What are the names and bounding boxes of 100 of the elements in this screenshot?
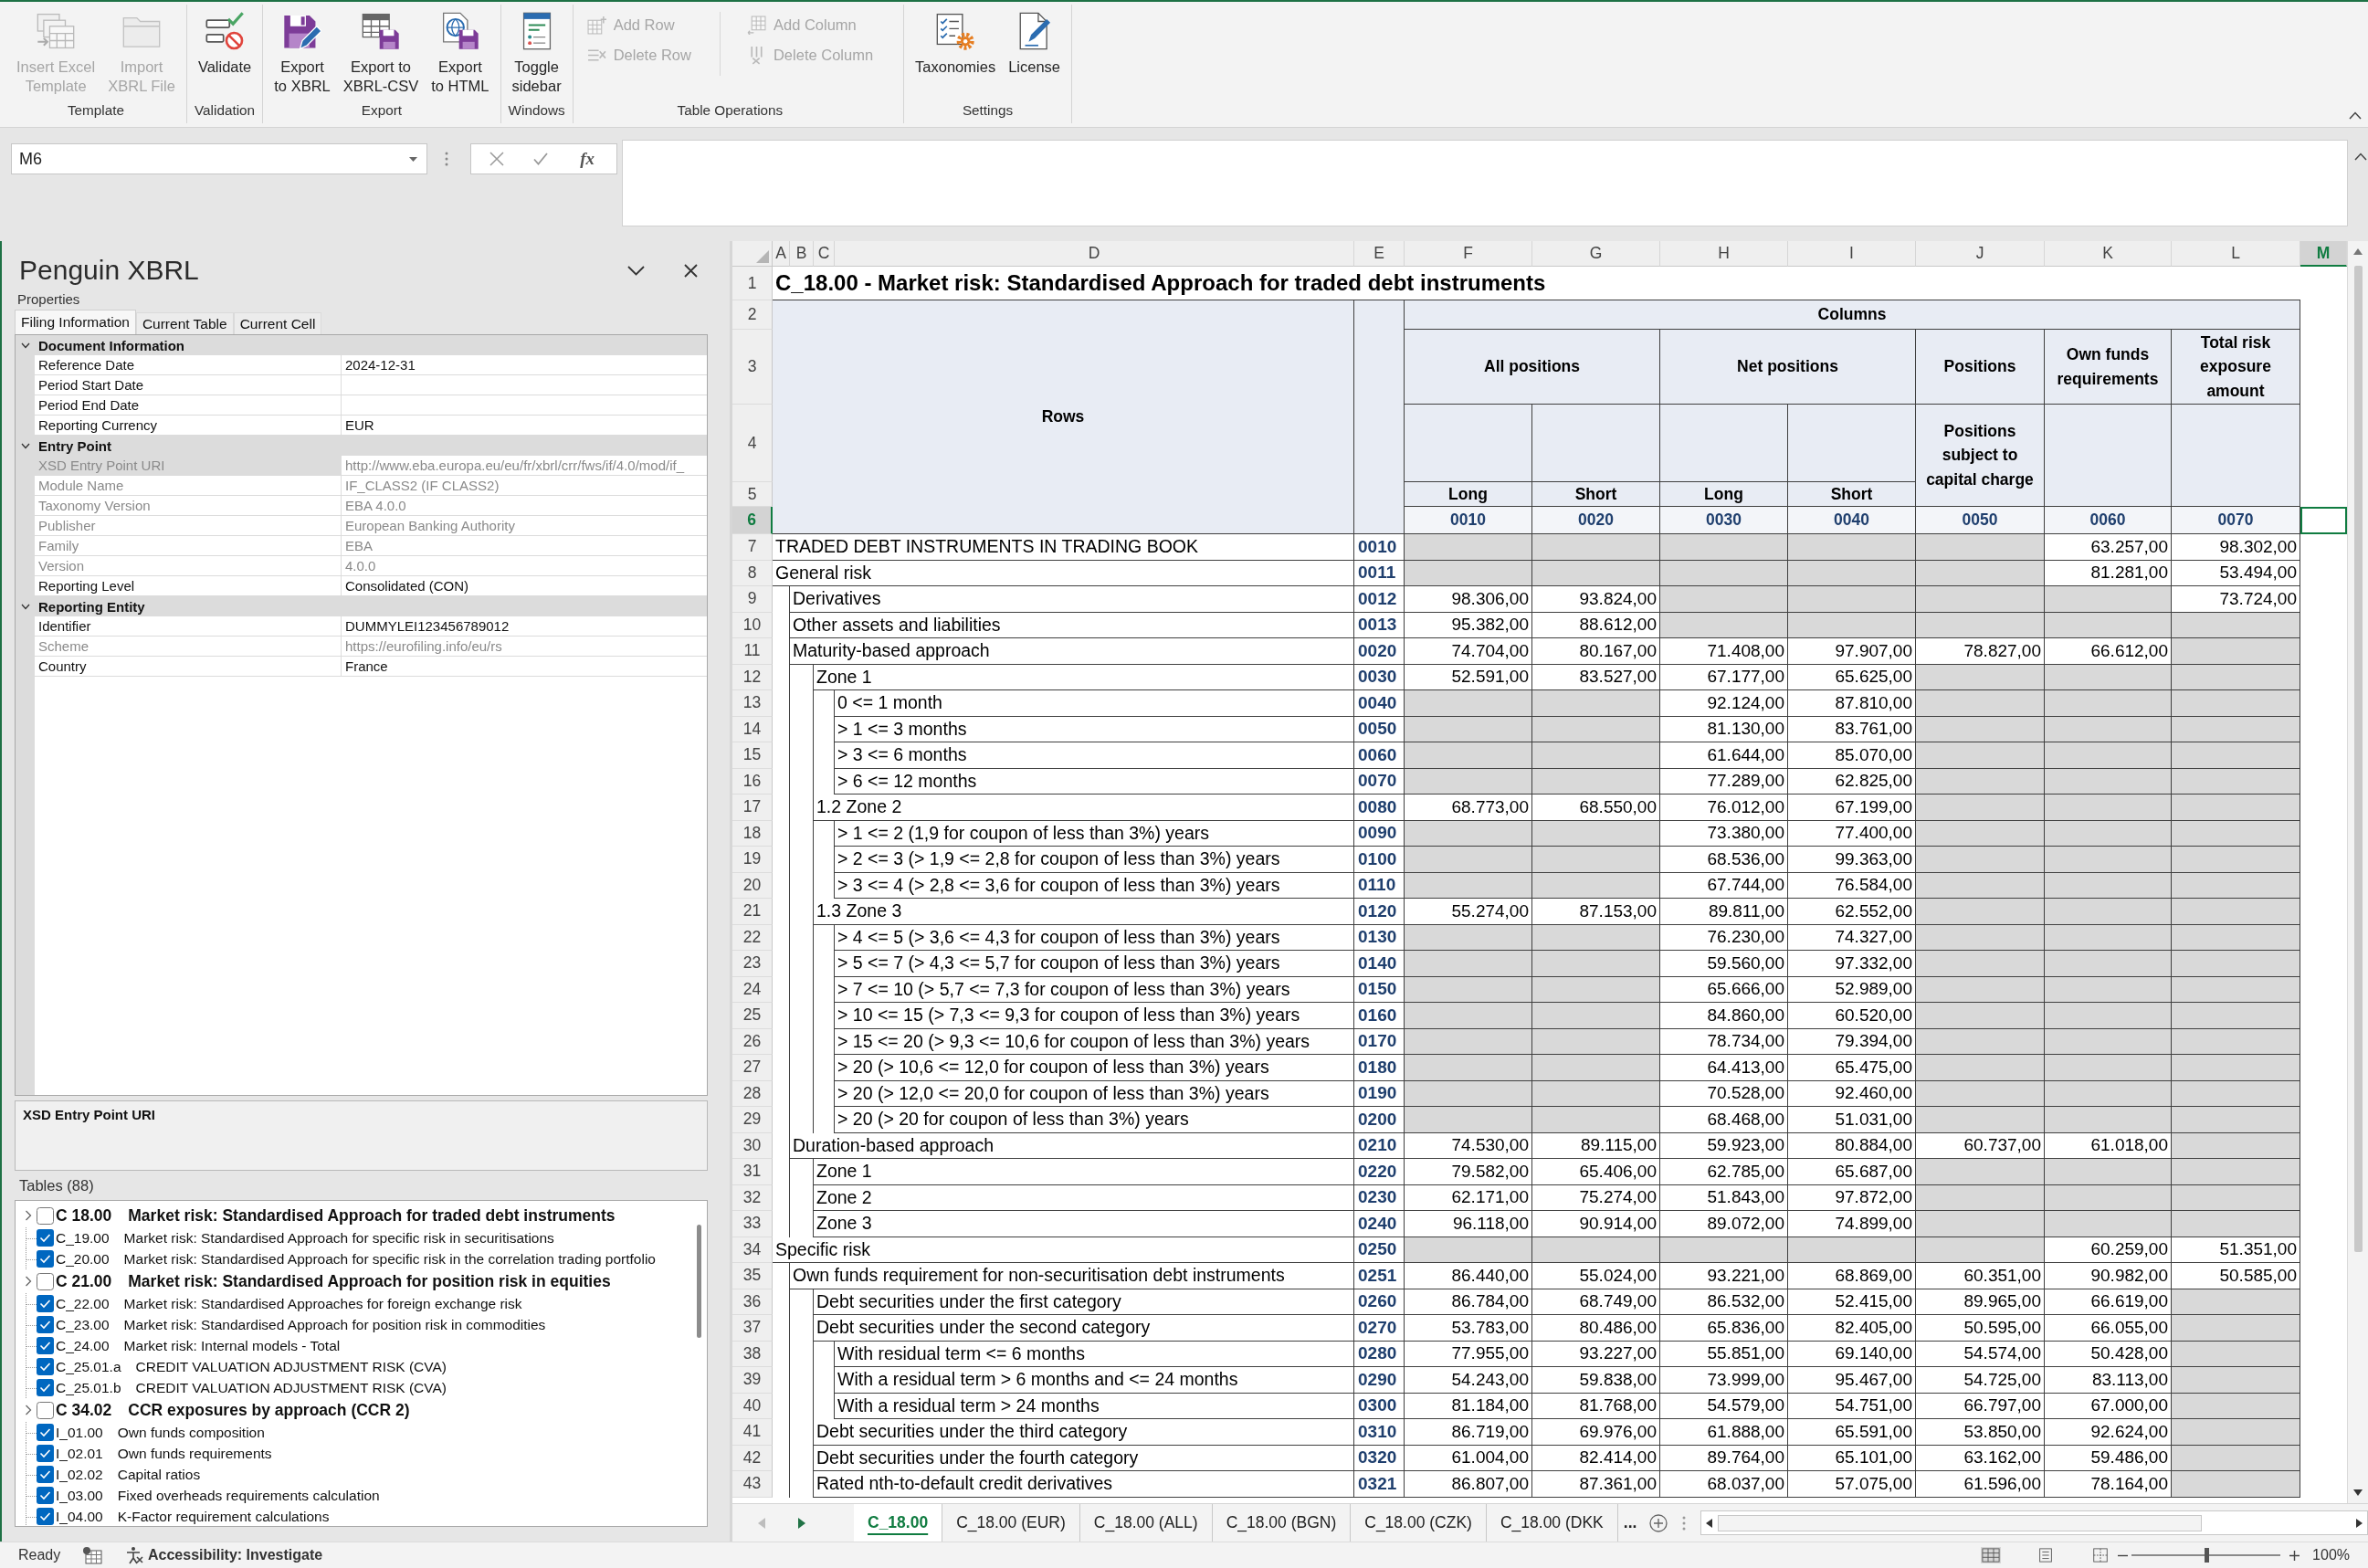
- amount-cell[interactable]: 89.965,00: [1916, 1289, 2045, 1315]
- amount-cell[interactable]: 62.785,00: [1660, 1159, 1788, 1185]
- row-number[interactable]: 11: [732, 638, 773, 665]
- amount-cell[interactable]: 90.914,00: [1532, 1211, 1660, 1237]
- amount-cell[interactable]: 54.751,00: [1788, 1393, 1916, 1419]
- chevron-down-icon[interactable]: [21, 603, 30, 610]
- table-title[interactable]: Own funds requirements: [117, 1445, 272, 1462]
- amount-cell[interactable]: 54.243,00: [1405, 1367, 1532, 1394]
- chevron-right-icon[interactable]: [25, 1210, 32, 1221]
- table-title[interactable]: Capital ratios: [117, 1466, 201, 1483]
- amount-cell[interactable]: 69.976,00: [1532, 1419, 1660, 1446]
- table-code[interactable]: I_04.00: [56, 1508, 118, 1525]
- ribbon-button[interactable]: Taxonomies: [910, 5, 1002, 78]
- row-number[interactable]: 33: [732, 1211, 773, 1237]
- checkbox[interactable]: [37, 1487, 54, 1504]
- checkbox[interactable]: [37, 1229, 54, 1247]
- chevron-down-icon[interactable]: [627, 265, 645, 276]
- amount-cell[interactable]: 68.749,00: [1532, 1289, 1660, 1315]
- chevron-up-icon[interactable]: [2349, 111, 2362, 120]
- amount-cell[interactable]: 54.579,00: [1660, 1393, 1788, 1419]
- row-number[interactable]: 27: [732, 1055, 773, 1081]
- table-title[interactable]: Fixed overheads requirements calculation: [117, 1487, 380, 1504]
- checkbox[interactable]: [37, 1358, 54, 1375]
- amount-cell[interactable]: 89.764,00: [1660, 1445, 1788, 1471]
- amount-cell[interactable]: 98.306,00: [1405, 586, 1532, 613]
- row-number[interactable]: 36: [732, 1289, 773, 1315]
- amount-cell[interactable]: 67.177,00: [1660, 664, 1788, 690]
- amount-cell[interactable]: 82.405,00: [1788, 1315, 1916, 1342]
- down-arrow-icon[interactable]: [2353, 1489, 2363, 1496]
- amount-cell[interactable]: 71.408,00: [1660, 638, 1788, 665]
- ribbon-button[interactable]: Validate: [192, 5, 258, 78]
- checkbox[interactable]: [37, 1295, 54, 1312]
- column-header[interactable]: E: [1354, 241, 1405, 267]
- row-number[interactable]: 25: [732, 1003, 773, 1029]
- amount-cell[interactable]: 60.259,00: [2045, 1237, 2172, 1263]
- column-header[interactable]: H: [1660, 241, 1788, 267]
- row-number[interactable]: 3: [732, 330, 773, 405]
- column-header[interactable]: L: [2172, 241, 2300, 267]
- row-number[interactable]: 38: [732, 1341, 773, 1367]
- amount-cell[interactable]: 86.719,00: [1405, 1419, 1532, 1446]
- amount-cell[interactable]: 61.596,00: [1916, 1471, 2045, 1498]
- amount-cell[interactable]: 73.380,00: [1660, 820, 1788, 847]
- amount-cell[interactable]: 69.140,00: [1788, 1341, 1916, 1367]
- column-header[interactable]: F: [1405, 241, 1532, 267]
- ribbon-button[interactable]: Export to HTML: [426, 5, 495, 97]
- check-icon[interactable]: [532, 152, 548, 166]
- scrollbar-thumb[interactable]: [697, 1225, 701, 1338]
- amount-cell[interactable]: 62.171,00: [1405, 1184, 1532, 1211]
- close-icon[interactable]: [684, 263, 698, 278]
- row-number[interactable]: 39: [732, 1367, 773, 1394]
- table-title[interactable]: Own funds composition: [117, 1424, 265, 1441]
- amount-cell[interactable]: 80.486,00: [1532, 1315, 1660, 1342]
- amount-cell[interactable]: 95.467,00: [1788, 1367, 1916, 1394]
- row-number[interactable]: 5: [732, 482, 773, 507]
- amount-cell[interactable]: 66.797,00: [1916, 1393, 2045, 1419]
- amount-cell[interactable]: 51.843,00: [1660, 1184, 1788, 1211]
- amount-cell[interactable]: 86.440,00: [1405, 1263, 1532, 1289]
- ribbon-button[interactable]: Toggle sidebar: [506, 5, 567, 97]
- row-number[interactable]: 35: [732, 1263, 773, 1289]
- chevron-down-icon[interactable]: [21, 442, 30, 449]
- table-title[interactable]: Market risk: Standardised Approach for specific risk in securitisations: [123, 1229, 554, 1247]
- cross-icon[interactable]: [489, 152, 504, 166]
- amount-cell[interactable]: 68.536,00: [1660, 847, 1788, 873]
- checkbox[interactable]: [37, 1466, 54, 1483]
- table-code[interactable]: I_02.02: [56, 1466, 118, 1483]
- amount-cell[interactable]: 89.811,00: [1660, 899, 1788, 925]
- sheet-tab[interactable]: C_18.00: [854, 1504, 943, 1542]
- tab[interactable]: Current Table: [135, 312, 234, 334]
- property-name[interactable]: Reporting Level: [35, 576, 342, 596]
- row-number[interactable]: 16: [732, 768, 773, 795]
- table-code[interactable]: C_23.00: [56, 1316, 124, 1333]
- slider-thumb[interactable]: [2204, 1548, 2209, 1563]
- row-number[interactable]: 41: [732, 1419, 773, 1446]
- table-code[interactable]: C_25.01.b: [56, 1379, 136, 1396]
- active-cell[interactable]: [2300, 507, 2347, 534]
- table-title[interactable]: CREDIT VALUATION ADJUSTMENT RISK (CVA): [135, 1358, 447, 1375]
- amount-cell[interactable]: 92.124,00: [1660, 690, 1788, 717]
- amount-cell[interactable]: 74.530,00: [1405, 1132, 1532, 1159]
- column-header[interactable]: B: [790, 241, 814, 267]
- table-title[interactable]: K-Factor requirement calculations: [117, 1508, 330, 1525]
- amount-cell[interactable]: 53.850,00: [1916, 1419, 2045, 1446]
- column-header[interactable]: I: [1788, 241, 1916, 267]
- amount-cell[interactable]: 77.289,00: [1660, 768, 1788, 795]
- amount-cell[interactable]: 57.075,00: [1788, 1471, 1916, 1498]
- amount-cell[interactable]: 89.072,00: [1660, 1211, 1788, 1237]
- amount-cell[interactable]: 78.734,00: [1660, 1028, 1788, 1055]
- checkbox[interactable]: [37, 1401, 54, 1419]
- property-name[interactable]: Country: [35, 657, 342, 677]
- amount-cell[interactable]: 53.783,00: [1405, 1315, 1532, 1342]
- row-number[interactable]: 19: [732, 847, 773, 873]
- amount-cell[interactable]: 59.560,00: [1660, 951, 1788, 977]
- amount-cell[interactable]: 55.851,00: [1660, 1341, 1788, 1367]
- row-number[interactable]: 1: [732, 267, 773, 300]
- amount-cell[interactable]: 81.184,00: [1405, 1393, 1532, 1419]
- amount-cell[interactable]: 55.274,00: [1405, 899, 1532, 925]
- column-header[interactable]: A: [773, 241, 790, 267]
- amount-cell[interactable]: 65.591,00: [1788, 1419, 1916, 1446]
- chevron-down-icon[interactable]: [21, 342, 30, 349]
- tab[interactable]: Current Cell: [233, 312, 322, 334]
- row-number[interactable]: 29: [732, 1107, 773, 1133]
